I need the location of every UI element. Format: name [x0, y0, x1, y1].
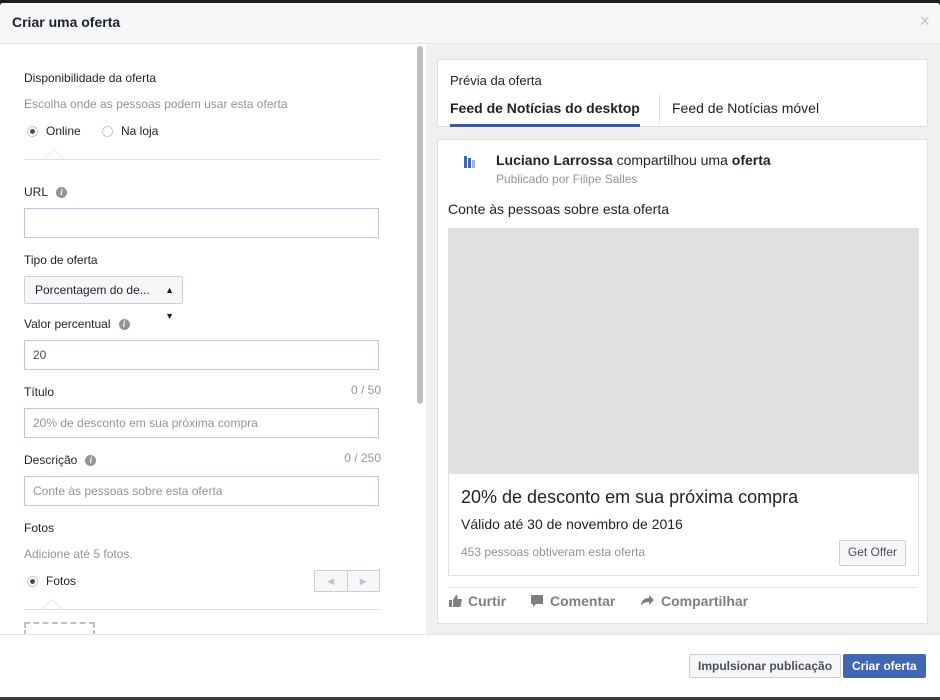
offer-image-placeholder [449, 229, 918, 474]
offer-form: Disponibilidade da oferta Escolha onde a… [0, 44, 413, 634]
boost-post-button[interactable]: Impulsionar publicação [689, 654, 842, 678]
url-input[interactable] [24, 208, 379, 238]
offer-type-value: Porcentagem do de... [35, 283, 150, 297]
offer-type-select[interactable]: Porcentagem do de... ▲ ▼ [24, 276, 183, 321]
description-input[interactable]: Conte às pessoas sobre esta oferta [24, 476, 379, 506]
post-author-line: Luciano Larrossa compartilhou uma oferta [496, 152, 771, 168]
offer-attachment[interactable]: 20% de desconto em sua próxima compra Vá… [448, 228, 919, 576]
radio-online-dot[interactable] [27, 125, 38, 137]
facebook-business-logo [452, 154, 486, 184]
post-shared-text: compartilhou uma [616, 152, 728, 168]
offer-title: 20% de desconto em sua próxima compra [461, 487, 799, 507]
dialog-body: Disponibilidade da oferta Escolha onde a… [0, 44, 940, 634]
radio-store[interactable]: Na loja [102, 124, 158, 138]
availability-label: Disponibilidade da oferta [24, 71, 157, 85]
section-divider [24, 609, 380, 610]
post-text: Conte às pessoas sobre esta oferta [448, 201, 670, 217]
thumbs-up-icon [449, 595, 462, 607]
actions-divider [448, 587, 917, 588]
create-offer-dialog: Criar uma oferta × Disponibilidade da of… [0, 3, 940, 697]
dialog-footer: Impulsionar publicação Criar oferta [0, 634, 940, 697]
url-label: URL i [24, 185, 68, 199]
post-byline: Publicado por Filipe Salles [496, 172, 638, 186]
percent-input[interactable]: 20 [24, 340, 379, 370]
share-action[interactable]: Compartilhar [640, 593, 748, 609]
post-author[interactable]: Luciano Larrossa [496, 152, 613, 168]
radio-photos-label: Fotos [46, 574, 77, 588]
description-counter: 0 / 250 [344, 451, 381, 465]
radio-photos-dot[interactable] [27, 575, 38, 587]
section-caret [44, 149, 64, 159]
description-label-text: Descrição [24, 453, 78, 467]
like-action[interactable]: Curtir [448, 593, 506, 609]
photos-label: Fotos [24, 521, 55, 535]
availability-sublabel: Escolha onde as pessoas podem usar esta … [24, 97, 288, 111]
get-offer-button[interactable]: Get Offer [838, 540, 906, 566]
post-shared-object[interactable]: oferta [732, 152, 771, 168]
preview-header-card: Prévia da oferta Feed de Notícias do des… [437, 59, 928, 127]
offer-type-label: Tipo de oferta [24, 253, 98, 267]
photo-pager: ◀ ▶ [314, 570, 380, 592]
like-label: Curtir [468, 593, 507, 609]
info-icon[interactable]: i [56, 187, 68, 199]
title-label: Título [24, 385, 55, 399]
title-input[interactable]: 20% de desconto em sua próxima compra [24, 408, 379, 438]
info-icon[interactable]: i [118, 319, 130, 331]
title-counter: 0 / 50 [350, 383, 381, 397]
tab-desktop-feed[interactable]: Feed de Notícias do desktop [450, 100, 640, 127]
photo-upload-placeholder[interactable] [24, 622, 95, 634]
share-icon [641, 595, 654, 606]
next-arrow-icon[interactable]: ▶ [346, 571, 380, 591]
dialog-title: Criar uma oferta [12, 14, 121, 30]
tab-mobile-feed[interactable]: Feed de Notícias móvel [672, 100, 819, 124]
url-label-text: URL [24, 185, 49, 199]
section-caret [42, 599, 62, 609]
scrollbar-thumb[interactable] [417, 46, 423, 404]
tab-separator [659, 94, 660, 124]
radio-store-dot[interactable] [102, 125, 113, 137]
comment-icon [531, 595, 543, 607]
percent-label: Valor percentual i [24, 317, 130, 331]
share-label: Compartilhar [661, 593, 749, 609]
description-label: Descrição i [24, 453, 97, 467]
info-icon[interactable]: i [85, 455, 97, 467]
radio-photos[interactable]: Fotos [27, 574, 76, 588]
preview-title: Prévia da oferta [450, 73, 542, 88]
percent-label-text: Valor percentual [24, 317, 111, 331]
offer-preview-panel: Prévia da oferta Feed de Notícias do des… [426, 44, 940, 634]
radio-store-label: Na loja [121, 124, 159, 138]
offer-claim-count: 453 pessoas obtiveram esta oferta [461, 545, 646, 559]
section-divider [24, 159, 380, 160]
photos-sublabel: Adicione até 5 fotos. [24, 547, 133, 561]
post-preview: Luciano Larrossa compartilhou uma oferta… [437, 139, 928, 624]
radio-online[interactable]: Online [27, 124, 81, 138]
prev-arrow-icon[interactable]: ◀ [315, 571, 347, 591]
dialog-header: Criar uma oferta × [0, 3, 940, 44]
form-scrollbar[interactable] [415, 44, 426, 634]
comment-label: Comentar [550, 593, 616, 609]
offer-validity: Válido até 30 de novembro de 2016 [461, 516, 683, 532]
close-icon[interactable]: × [919, 12, 930, 30]
create-offer-button[interactable]: Criar oferta [843, 654, 926, 678]
select-arrows-icon: ▲ ▼ [165, 285, 174, 321]
radio-online-label: Online [46, 124, 81, 138]
comment-action[interactable]: Comentar [530, 593, 615, 609]
